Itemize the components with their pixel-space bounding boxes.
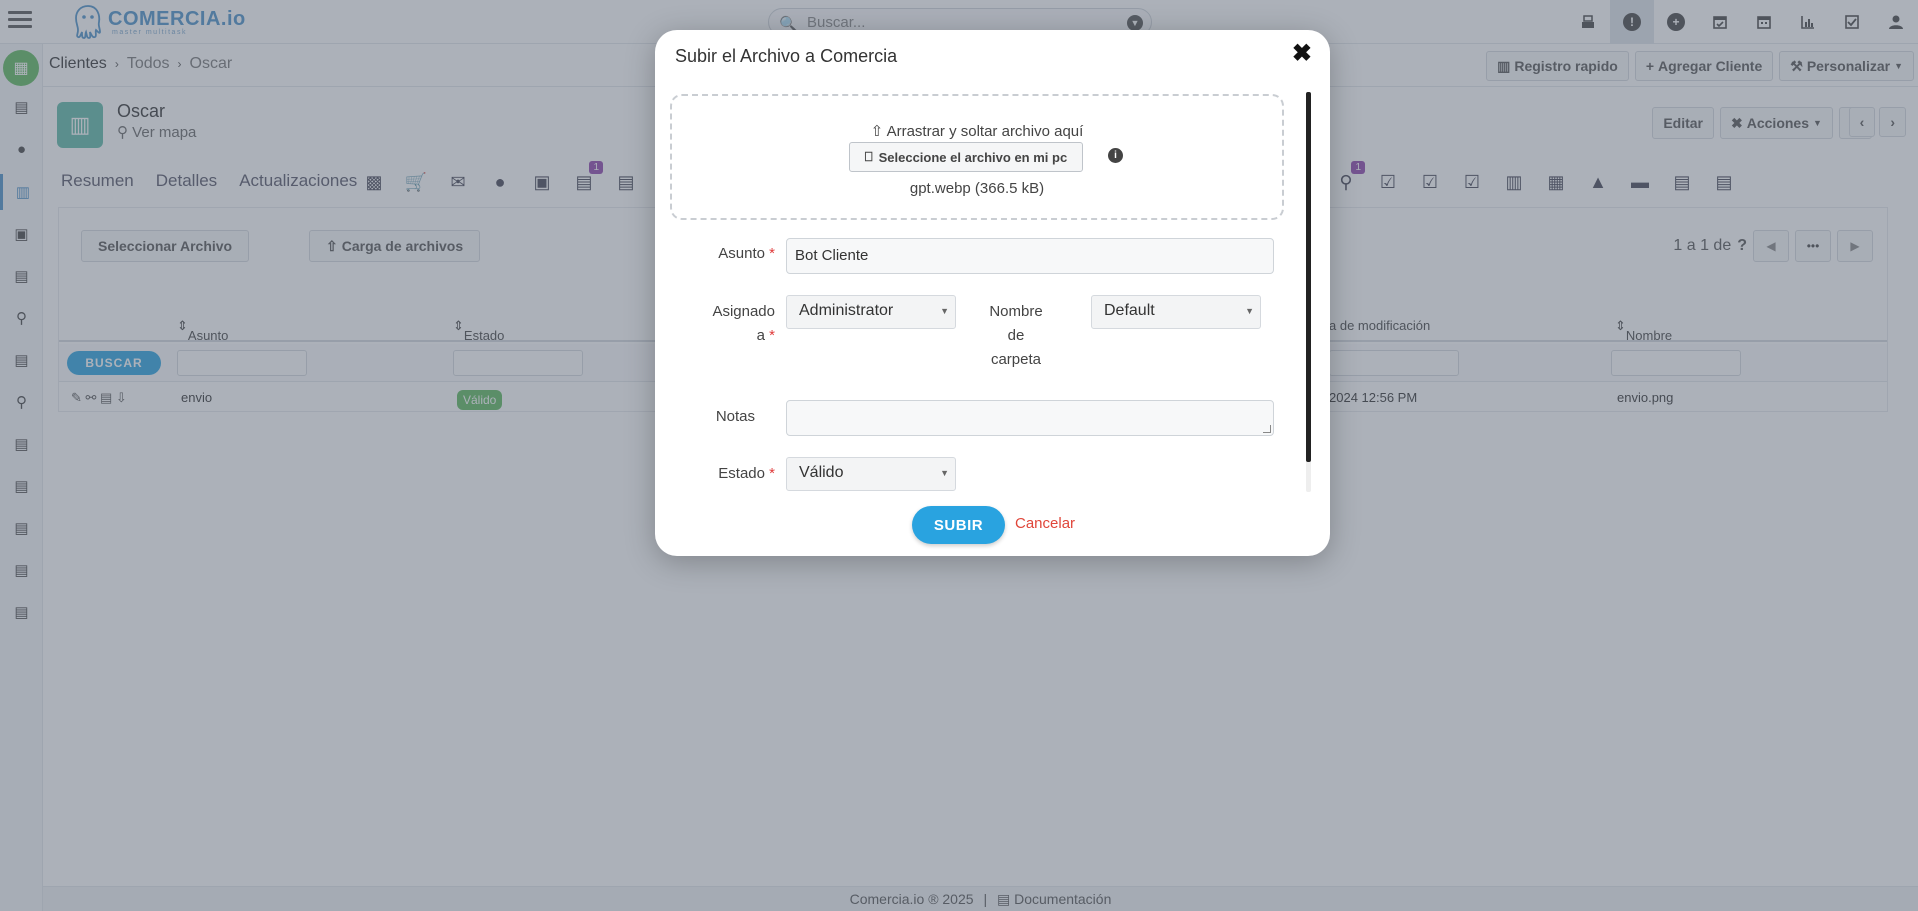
carpeta-label-line3: carpeta (990, 351, 1042, 368)
app-root: COMERCIA.io master multitask 🔍 Buscar...… (0, 0, 1918, 911)
select-file-label: Seleccione el archivo en mi pc (878, 149, 1068, 165)
estado-label-text: Estado (718, 465, 765, 482)
estado-select[interactable]: Válido ▼ (786, 457, 956, 491)
subir-button[interactable]: SUBIR (912, 506, 1005, 544)
select-file-button[interactable]: ⎕ Seleccione el archivo en mi pc (849, 142, 1083, 172)
notas-label: Notas (715, 408, 755, 425)
carpeta-label: Nombre de carpeta (967, 300, 1065, 372)
required-mark: * (769, 327, 775, 344)
carpeta-label-line2: de (1007, 327, 1025, 344)
cancelar-link[interactable]: Cancelar (1015, 515, 1075, 532)
asunto-label: Asunto * (675, 242, 775, 266)
estado-value: Válido (799, 464, 844, 481)
caret-down-icon: ▼ (940, 468, 949, 478)
selected-file-name: gpt.webp (366.5 kB) (909, 180, 1045, 197)
required-mark: * (769, 465, 775, 482)
caret-down-icon: ▼ (940, 306, 949, 316)
asignado-label-line2: a (756, 327, 765, 344)
dropzone-text: ⇧ Arrastrar y soltar archivo aquí (672, 122, 1282, 140)
notas-textarea[interactable] (786, 400, 1274, 436)
file-dropzone[interactable]: ⇧ Arrastrar y soltar archivo aquí ⎕ Selec… (670, 94, 1284, 220)
close-icon[interactable]: ✖ (1292, 42, 1312, 66)
asignado-value: Administrator (799, 302, 894, 319)
asunto-input[interactable]: Bot Cliente (786, 238, 1274, 274)
caret-down-icon: ▼ (1245, 306, 1254, 316)
modal-title: Subir el Archivo a Comercia (675, 46, 898, 66)
estado-label: Estado * (675, 462, 775, 486)
required-mark: * (769, 245, 775, 262)
resize-grip-icon[interactable] (1263, 425, 1271, 433)
upload-modal: Subir el Archivo a Comercia ✖ ⇧ Arrastra… (655, 30, 1330, 556)
asignado-label: Asignado a * (675, 300, 775, 348)
carpeta-value: Default (1104, 302, 1155, 319)
asignado-select[interactable]: Administrator ▼ (786, 295, 956, 329)
laptop-icon: ⎕ (864, 149, 873, 164)
upload-icon: ⇧ (870, 123, 884, 140)
asignado-label-line1: Asignado (712, 303, 775, 320)
modal-scrollbar[interactable] (1306, 92, 1311, 492)
info-icon[interactable]: i (1108, 148, 1123, 163)
carpeta-label-line1: Nombre (989, 303, 1043, 320)
carpeta-select[interactable]: Default ▼ (1091, 295, 1261, 329)
dropzone-label: Arrastrar y soltar archivo aquí (886, 123, 1084, 140)
asunto-label-text: Asunto (718, 245, 765, 262)
scrollbar-thumb[interactable] (1306, 92, 1311, 462)
